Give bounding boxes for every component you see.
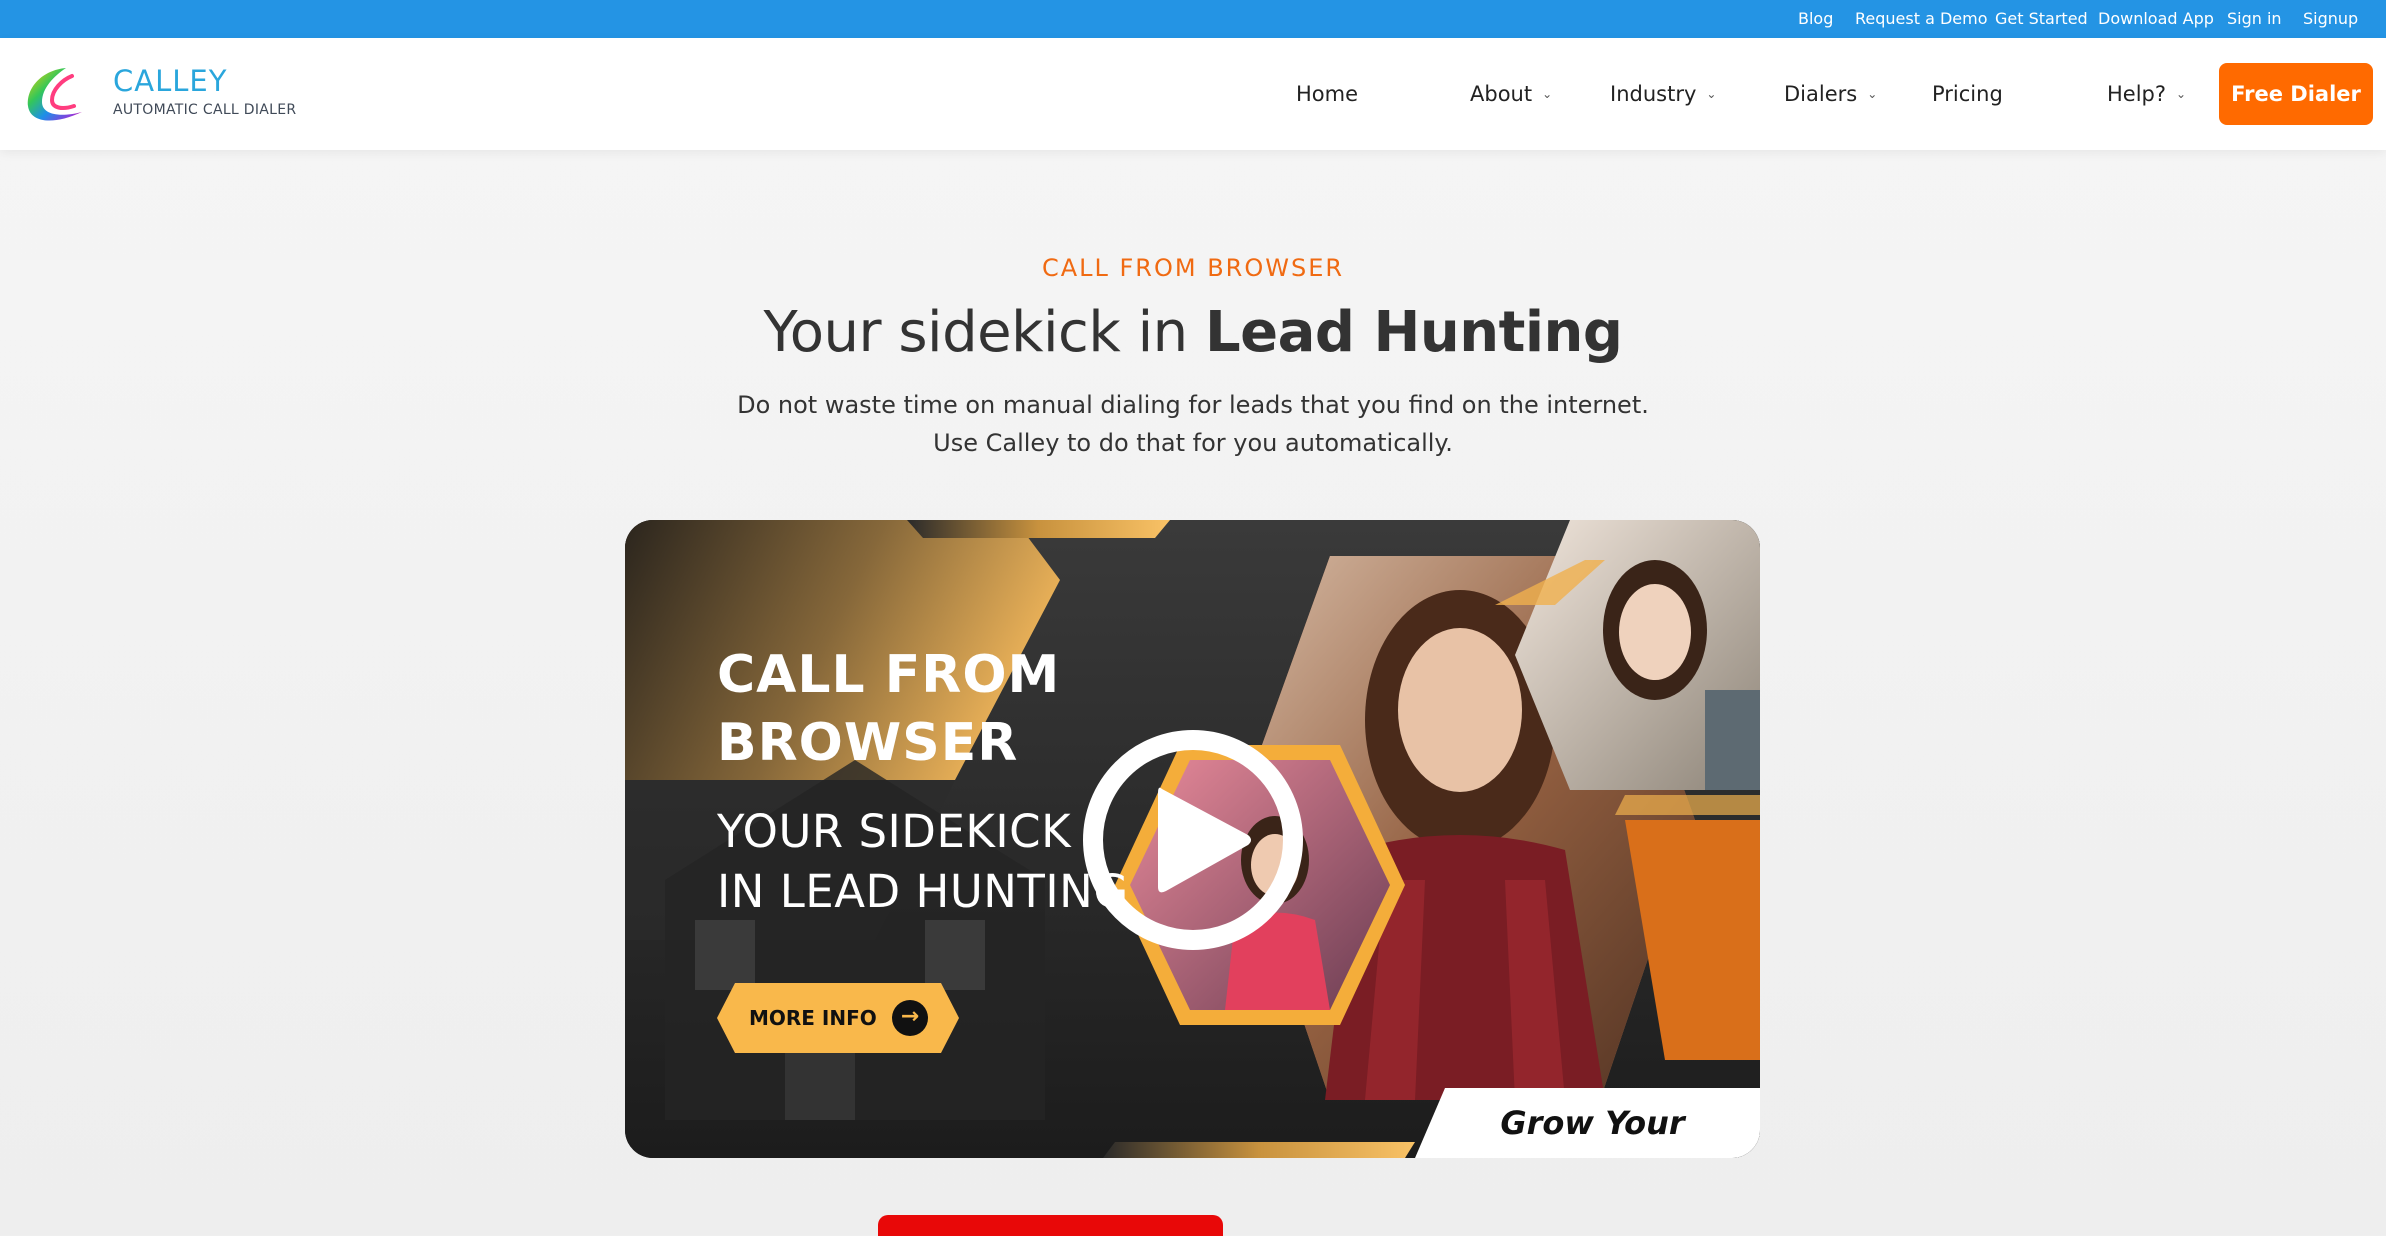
play-icon [1083,730,1303,950]
nav-dialers[interactable]: Dialers ⌄ [1784,38,1877,150]
chevron-down-icon: ⌄ [1867,87,1878,101]
banner-title: CALL FROM BROWSER [717,641,1060,777]
main-header: CALLEY AUTOMATIC CALL DIALER Home About ⌄… [0,38,2386,150]
banner-title-line-1: CALL FROM [717,645,1061,705]
topbar-link-get-started[interactable]: Get Started [1995,0,2088,38]
nav-help[interactable]: Help? ⌄ [2107,38,2186,150]
arrow-right-icon: → [892,1000,928,1036]
topbar-link-request-demo[interactable]: Request a Demo [1855,0,1988,38]
nav-about[interactable]: About ⌄ [1470,38,1552,150]
nav-industry-label: Industry [1610,82,1697,106]
hero-headline: Your sidekick in Lead Hunting [0,300,2386,365]
hero-eyebrow: CALL FROM BROWSER [1041,254,1345,282]
nav-home[interactable]: Home [1296,38,1358,150]
topbar-link-signup[interactable]: Signup [2303,0,2358,38]
more-info-label: MORE INFO [749,1006,877,1030]
nav-home-label: Home [1296,82,1359,106]
banner-subtitle: YOUR SIDEKICK IN LEAD HUNTING [717,802,1129,922]
chevron-down-icon: ⌄ [1542,87,1553,101]
chevron-down-icon: ⌄ [1706,87,1717,101]
banner-tagline: Grow Your Business? [1500,1104,1685,1142]
red-action-block[interactable] [878,1215,1223,1236]
topbar-link-download-app[interactable]: Download App [2098,0,2214,38]
subtext-line-1: Do not waste time on manual dialing for … [737,391,1649,419]
topbar-link-blog[interactable]: Blog [1798,0,1833,38]
logo-name[interactable]: CALLEY [113,64,227,98]
nav-industry[interactable]: Industry ⌄ [1610,38,1716,150]
subtext-line-2: Use Calley to do that for you automatica… [933,429,1453,457]
banner-title-line-2: BROWSER [717,713,1019,773]
nav-about-label: About [1470,82,1533,106]
nav-help-label: Help? [2107,82,2167,106]
nav-pricing[interactable]: Pricing [1932,38,2003,150]
nav-dialers-label: Dialers [1784,82,1858,106]
banner-sub-line-1: YOUR SIDEKICK [717,805,1072,858]
free-dialer-button[interactable]: Free Dialer [2219,63,2373,125]
topbar-link-sign-in[interactable]: Sign in [2227,0,2282,38]
headline-light: Your sidekick in [763,300,1205,365]
hero-subtext: Do not waste time on manual dialing for … [0,386,2386,462]
video-banner[interactable]: CALL FROM BROWSER YOUR SIDEKICK IN LEAD … [625,520,1760,1158]
chevron-down-icon: ⌄ [2176,87,2187,101]
logo-tagline: AUTOMATIC CALL DIALER [113,102,297,118]
top-utility-bar: Blog Request a Demo Get Started Download… [0,0,2386,38]
banner-sub-line-2: IN LEAD HUNTING [717,865,1129,918]
more-info-button[interactable]: MORE INFO → [717,983,959,1053]
nav-pricing-label: Pricing [1932,82,2003,106]
calley-logo-icon[interactable] [22,62,88,128]
play-button[interactable] [1080,727,1306,953]
headline-bold: Lead Hunting [1204,300,1623,365]
